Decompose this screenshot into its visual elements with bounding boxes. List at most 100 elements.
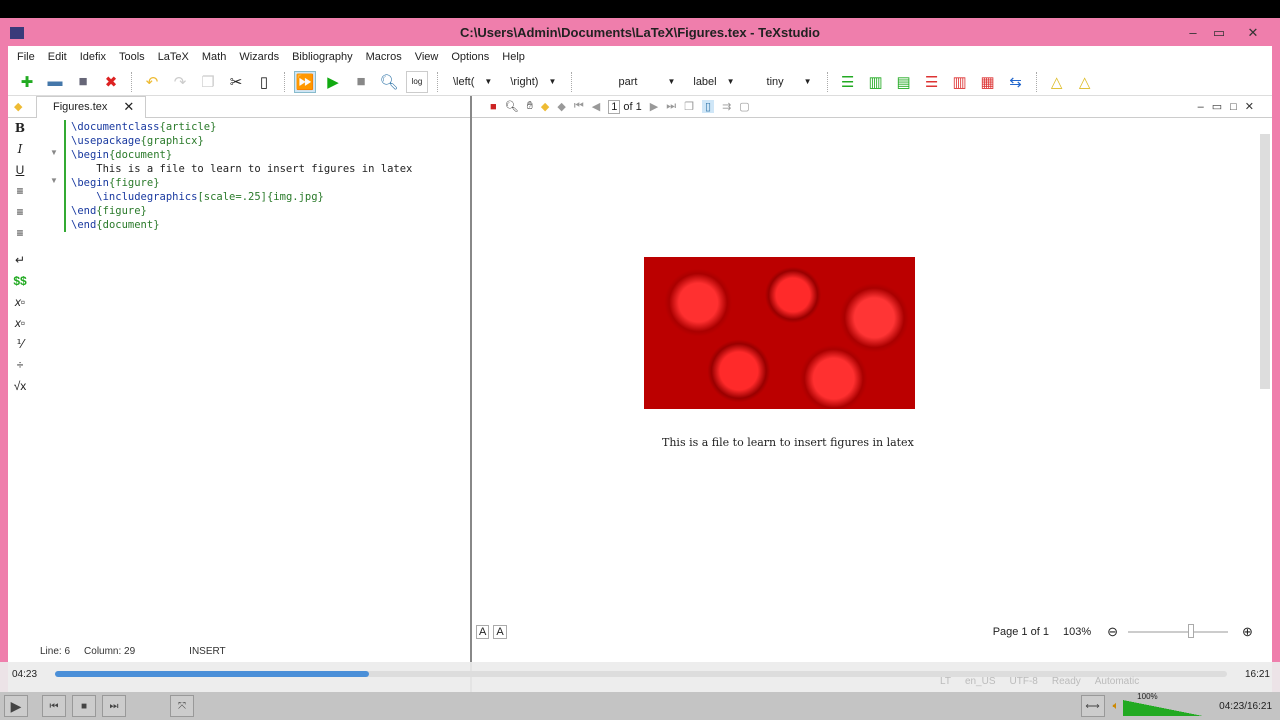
size-combo[interactable]: tiny ▼ <box>761 76 818 88</box>
window-title: C:\Users\Admin\Documents\LaTeX\Figures.t… <box>460 25 820 40</box>
paste-icon[interactable]: ▯ <box>253 71 275 93</box>
table-remove-row-icon[interactable]: ☰ <box>921 71 943 93</box>
menu-bibliography[interactable]: Bibliography <box>287 51 361 63</box>
fit-width-icon[interactable]: ⇉ <box>722 100 731 113</box>
save-icon[interactable]: ■ <box>72 71 94 93</box>
sqrt-icon[interactable]: √x <box>10 376 30 397</box>
stop-button[interactable]: ■ <box>72 695 96 717</box>
view-log-icon[interactable]: log <box>406 70 428 93</box>
menu-macros[interactable]: Macros <box>361 51 410 63</box>
close-tab-icon[interactable]: ✕ <box>123 99 134 115</box>
stop-icon[interactable]: ■ <box>350 71 372 93</box>
volume-slider[interactable]: 100% <box>1123 692 1204 718</box>
pdf-viewer: ■ 🔍︎ ✋︎ ◆ ◆ ⏮ ◀ 1 of 1 ▶ ⏭ ❐ ▯ ⇉ ▢ –▭□✕ … <box>472 96 1272 720</box>
math-mode-icon[interactable]: $$ <box>10 271 30 292</box>
tab-figures-tex[interactable]: Figures.tex ✕ <box>36 95 146 118</box>
section-combo[interactable]: part ▼ <box>581 76 681 88</box>
menu-view[interactable]: View <box>410 51 447 63</box>
sync-alt-icon[interactable]: A <box>493 625 507 639</box>
hand-icon[interactable]: ✋︎ <box>527 100 533 113</box>
fraction-icon[interactable]: ⅟ <box>10 334 30 355</box>
page-number-input[interactable]: 1 <box>608 99 621 114</box>
structure-toggle-icon[interactable]: ◆ <box>14 100 22 113</box>
menu-options[interactable]: Options <box>446 51 497 63</box>
italic-icon[interactable]: I <box>10 139 30 160</box>
close-file-icon[interactable]: ✖ <box>100 71 122 93</box>
menu-edit[interactable]: Edit <box>43 51 75 63</box>
table-column-icon[interactable]: ▤ <box>893 71 915 93</box>
pdf-icon[interactable]: ■ <box>490 101 497 113</box>
fold-markers[interactable]: ▼ ▼ <box>50 146 58 188</box>
previous-button[interactable]: ⏮ <box>42 695 66 717</box>
dfrac-icon[interactable]: ÷ <box>10 355 30 376</box>
open-file-icon[interactable]: ▬ <box>44 71 66 93</box>
menu-help[interactable]: Help <box>497 51 533 63</box>
menu-math[interactable]: Math <box>197 51 234 63</box>
forward-icon[interactable]: ◆ <box>557 100 565 113</box>
volume-icon[interactable]: 🔈︎ <box>1113 700 1120 713</box>
menu-tools[interactable]: Tools <box>114 51 153 63</box>
pdf-caption: This is a file to learn to insert figure… <box>662 436 914 449</box>
table-add-row-icon[interactable]: ☰ <box>837 71 859 93</box>
code-editor[interactable]: \documentclass{article} \usepackage{grap… <box>64 120 412 232</box>
last-page-icon[interactable]: ⏭ <box>666 100 676 113</box>
table-remove-column-icon[interactable]: ▥ <box>949 71 971 93</box>
table-swap-icon[interactable]: ⇆ <box>1005 71 1027 93</box>
total-time: 16:21 <box>1244 669 1270 680</box>
subscript-icon[interactable]: x▫ <box>10 292 30 313</box>
continuous-icon[interactable]: ❐ <box>684 100 694 113</box>
editor-panel: ◆ Figures.tex ✕ B I U ≡ ≡ ≡ ↵ $$ x▫ x▫ ⅟ … <box>8 95 470 720</box>
menu-latex[interactable]: LaTeX <box>153 51 197 63</box>
bold-icon[interactable]: B <box>10 118 30 139</box>
build-view-icon[interactable]: ⏩ <box>294 70 316 93</box>
undo-icon[interactable]: ↶ <box>141 71 163 93</box>
view-pdf-icon[interactable]: 🔍︎ <box>378 71 400 93</box>
prev-page-icon[interactable]: ◀ <box>592 100 600 113</box>
single-page-icon[interactable]: ▯ <box>702 100 715 113</box>
next-button[interactable]: ⏭ <box>102 695 126 717</box>
superscript-icon[interactable]: x▫ <box>10 313 30 334</box>
next-page-icon[interactable]: ▶ <box>650 100 658 113</box>
redo-icon[interactable]: ↷ <box>169 71 191 93</box>
compile-icon[interactable]: ▶ <box>322 71 344 93</box>
zoom-slider[interactable] <box>1128 624 1229 638</box>
play-button[interactable]: ▶ <box>4 695 28 717</box>
align-center-icon[interactable]: ≡ <box>10 202 30 223</box>
fullscreen-button[interactable]: ⤧ <box>170 695 194 717</box>
underline-icon[interactable]: U <box>10 160 30 181</box>
new-file-icon[interactable]: ✚ <box>16 71 38 93</box>
minimize-button[interactable]: – <box>1180 18 1206 46</box>
playlist-button[interactable]: ⟷ <box>1080 695 1105 717</box>
menu-file[interactable]: File <box>12 51 43 63</box>
left-delimiter-combo[interactable]: \left(▼ <box>447 76 498 88</box>
menu-wizards[interactable]: Wizards <box>234 51 287 63</box>
table-add-column-icon[interactable]: ▥ <box>865 71 887 93</box>
label-combo[interactable]: label ▼ <box>687 76 740 88</box>
cut-icon[interactable]: ✂ <box>225 71 247 93</box>
zoom-select[interactable]: 103% <box>1063 626 1091 638</box>
sync-icon[interactable]: A <box>476 625 490 639</box>
newline-icon[interactable]: ↵ <box>10 250 30 271</box>
elapsed-time: 04:23 <box>12 669 38 680</box>
maximize-button[interactable]: ▭ <box>1206 18 1232 46</box>
toolbar: ✚ ▬ ■ ✖ ↶ ↷ ❐ ✂ ▯ ⏩ ▶ ■ 🔍︎ log \left(▼ \… <box>8 68 1272 96</box>
zoom-in-icon[interactable]: ⊕ <box>1242 624 1253 640</box>
align-right-icon[interactable]: ≡ <box>10 223 30 244</box>
viewer-window-controls[interactable]: –▭□✕ <box>1198 100 1262 113</box>
warning-next-icon[interactable]: △ <box>1074 71 1096 93</box>
zoom-out-icon[interactable]: ⊖ <box>1107 624 1118 640</box>
fit-page-icon[interactable]: ▢ <box>739 100 749 113</box>
align-left-icon[interactable]: ≡ <box>10 181 30 202</box>
app-icon <box>10 27 24 39</box>
status-line: Line: 6 <box>40 646 71 657</box>
first-page-icon[interactable]: ⏮ <box>574 100 584 113</box>
zoom-icon[interactable]: 🔍︎ <box>505 100 519 113</box>
close-button[interactable]: ✕ <box>1240 18 1266 46</box>
viewer-scrollbar[interactable] <box>1258 122 1270 632</box>
table-delete-icon[interactable]: ▦ <box>977 71 999 93</box>
warning-icon[interactable]: △ <box>1046 71 1068 93</box>
back-icon[interactable]: ◆ <box>541 100 549 113</box>
right-delimiter-combo[interactable]: \right) ▼ <box>504 76 562 88</box>
copy-icon[interactable]: ❐ <box>197 71 219 93</box>
menu-idefix[interactable]: Idefix <box>75 51 114 63</box>
